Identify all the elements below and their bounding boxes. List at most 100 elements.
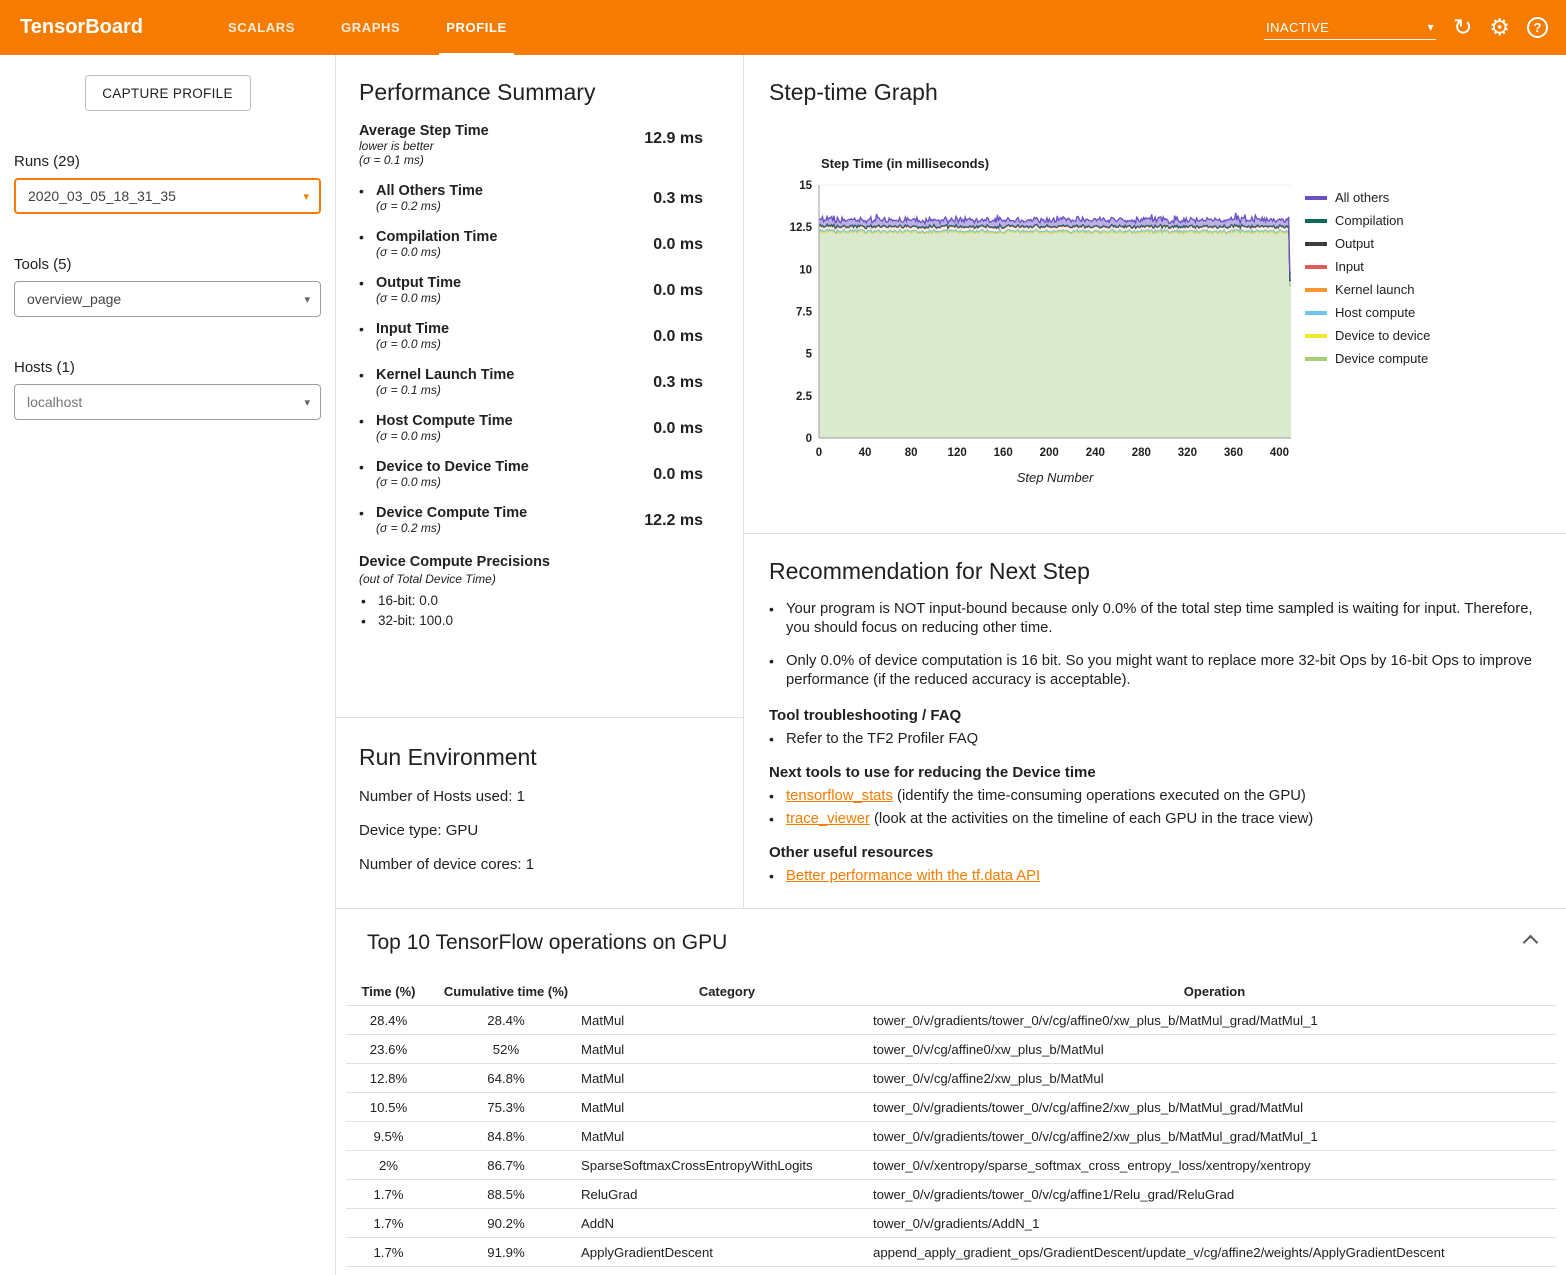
chart-legend: All othersCompilationOutputInputKernel l…	[1305, 190, 1430, 491]
capture-profile-button[interactable]: CAPTURE PROFILE	[85, 75, 251, 111]
next-tools-list: •tensorflow_stats (identify the time-con…	[769, 788, 1541, 827]
category-cell: MatMul	[581, 1129, 873, 1144]
perf-summary-item: •Kernel Launch Time(σ = 0.1 ms)0.3 ms	[359, 367, 703, 397]
legend-item: Device compute	[1305, 351, 1430, 366]
chevron-down-icon: ▾	[1428, 20, 1434, 34]
recommendation-bullet: •Only 0.0% of device computation is 16 b…	[769, 652, 1541, 690]
legend-swatch	[1305, 219, 1327, 223]
nav-tabs: SCALARSGRAPHSPROFILE	[205, 0, 530, 55]
table-row: 12.8%64.8%MatMultower_0/v/cg/affine2/xw_…	[346, 1064, 1556, 1093]
category-cell: ApplyGradientDescent	[581, 1245, 873, 1260]
svg-text:280: 280	[1132, 447, 1151, 459]
metric-label: Host Compute Time	[376, 413, 513, 429]
cumulative-cell: 52%	[431, 1042, 581, 1057]
perf-summary-item: •Device Compute Time(σ = 0.2 ms)12.2 ms	[359, 505, 703, 535]
svg-text:5: 5	[806, 349, 813, 361]
legend-swatch	[1305, 288, 1327, 292]
tab-profile[interactable]: PROFILE	[423, 0, 530, 55]
legend-swatch	[1305, 196, 1327, 200]
bullet-icon: •	[359, 275, 376, 305]
svg-text:400: 400	[1270, 447, 1289, 459]
bullet-icon: •	[769, 811, 786, 827]
operation-cell: tower_0/v/gradients/tower_0/v/cg/affine2…	[873, 1100, 1556, 1115]
metric-value: 0.0 ms	[653, 459, 703, 489]
time-cell: 9.5%	[346, 1129, 431, 1144]
svg-text:160: 160	[994, 447, 1013, 459]
legend-swatch	[1305, 357, 1327, 361]
category-cell: SparseSoftmaxCrossEntropyWithLogits	[581, 1158, 873, 1173]
tab-graphs[interactable]: GRAPHS	[318, 0, 423, 55]
runs-field: Runs (29) 2020_03_05_18_31_35 ▾	[14, 153, 321, 214]
gear-icon[interactable]: ⚙	[1489, 16, 1510, 39]
cumulative-cell: 90.2%	[431, 1216, 581, 1231]
chart-row: 02.557.51012.515040801201602002402803203…	[769, 179, 1541, 491]
tab-scalars[interactable]: SCALARS	[205, 0, 318, 55]
svg-text:0: 0	[816, 447, 822, 459]
runs-dropdown[interactable]: 2020_03_05_18_31_35 ▾	[14, 178, 321, 214]
legend-swatch	[1305, 265, 1327, 269]
table-row: 10.5%75.3%MatMultower_0/v/gradients/towe…	[346, 1093, 1556, 1122]
legend-label: Input	[1335, 259, 1364, 274]
metric-sigma: (σ = 0.0 ms)	[376, 337, 449, 351]
time-cell: 28.4%	[346, 1013, 431, 1028]
recommendation-section: Recommendation for Next Step •Your progr…	[744, 534, 1566, 908]
table-row: 23.6%52%MatMultower_0/v/cg/affine0/xw_pl…	[346, 1035, 1556, 1064]
bullet-icon: •	[359, 413, 376, 443]
svg-text:Step Number: Step Number	[1017, 470, 1094, 485]
graph-column: Step-time Graph Step Time (in millisecon…	[744, 55, 1566, 908]
precisions-note: (out of Total Device Time)	[359, 572, 703, 586]
precision-item: •32-bit: 100.0	[361, 613, 703, 629]
run-environment-line: Number of device cores: 1	[359, 856, 720, 873]
metric-sigma: (σ = 0.1 ms)	[376, 383, 514, 397]
category-cell: MatMul	[581, 1013, 873, 1028]
chevron-down-icon: ▾	[304, 396, 310, 409]
metric-text: Input Time(σ = 0.0 ms)	[376, 321, 449, 351]
legend-item: All others	[1305, 190, 1430, 205]
recommendation-text: Your program is NOT input-bound because …	[786, 600, 1541, 638]
tools-dropdown[interactable]: overview_page ▾	[14, 281, 321, 317]
metric-sigma: (σ = 0.0 ms)	[376, 291, 461, 305]
app-title: TensorBoard	[20, 16, 143, 39]
next-tool-item-link[interactable]: tensorflow_stats	[786, 788, 893, 804]
metric-value: 12.2 ms	[644, 505, 703, 535]
bullet-icon: •	[359, 183, 376, 213]
cumulative-cell: 64.8%	[431, 1071, 581, 1086]
resource-item-link[interactable]: Better performance with the tf.data API	[786, 868, 1040, 884]
refresh-icon[interactable]: ↻	[1453, 16, 1472, 39]
category-cell: MatMul	[581, 1100, 873, 1115]
next-tool-item-link[interactable]: trace_viewer	[786, 811, 870, 827]
table-row: 2%86.7%SparseSoftmaxCrossEntropyWithLogi…	[346, 1151, 1556, 1180]
top-ops-table: Time (%)Cumulative time (%)CategoryOpera…	[346, 977, 1556, 1267]
tools-dropdown-value: overview_page	[27, 291, 121, 307]
table-row: 1.7%90.2%AddNtower_0/v/gradients/AddN_1	[346, 1209, 1556, 1238]
chart-title: Step Time (in milliseconds)	[821, 156, 1541, 171]
operation-cell: append_apply_gradient_ops/GradientDescen…	[873, 1245, 1556, 1260]
faq-item: • Refer to the TF2 Profiler FAQ	[769, 731, 1541, 747]
average-step-time: Average Step Time lower is better (σ = 0…	[359, 123, 703, 167]
metric-text: Compilation Time(σ = 0.0 ms)	[376, 229, 497, 259]
step-time-graph-section: Step-time Graph Step Time (in millisecon…	[744, 55, 1566, 534]
metric-text: Device Compute Time(σ = 0.2 ms)	[376, 505, 527, 535]
precisions-title: Device Compute Precisions	[359, 554, 703, 570]
help-icon[interactable]: ?	[1527, 17, 1548, 38]
top-bar-actions: INACTIVE ▾ ↻ ⚙ ?	[1264, 0, 1548, 55]
hosts-field: Hosts (1) localhost ▾	[14, 359, 321, 420]
legend-swatch	[1305, 334, 1327, 338]
bullet-icon: •	[769, 600, 786, 638]
svg-text:240: 240	[1086, 447, 1105, 459]
svg-text:360: 360	[1224, 447, 1243, 459]
category-cell: AddN	[581, 1216, 873, 1231]
legend-label: Host compute	[1335, 305, 1415, 320]
table-row: 1.7%91.9%ApplyGradientDescentappend_appl…	[346, 1238, 1556, 1267]
legend-item: Output	[1305, 236, 1430, 251]
legend-item: Input	[1305, 259, 1430, 274]
faq-item-text: Refer to the TF2 Profiler FAQ	[786, 731, 978, 747]
hosts-dropdown[interactable]: localhost ▾	[14, 384, 321, 420]
run-environment-title: Run Environment	[359, 744, 720, 771]
bullet-icon: •	[359, 367, 376, 397]
recommendation-bullet: •Your program is NOT input-bound because…	[769, 600, 1541, 638]
svg-text:0: 0	[806, 433, 812, 445]
status-dropdown[interactable]: INACTIVE ▾	[1264, 16, 1436, 40]
category-cell: MatMul	[581, 1042, 873, 1057]
bullet-icon: •	[769, 788, 786, 804]
